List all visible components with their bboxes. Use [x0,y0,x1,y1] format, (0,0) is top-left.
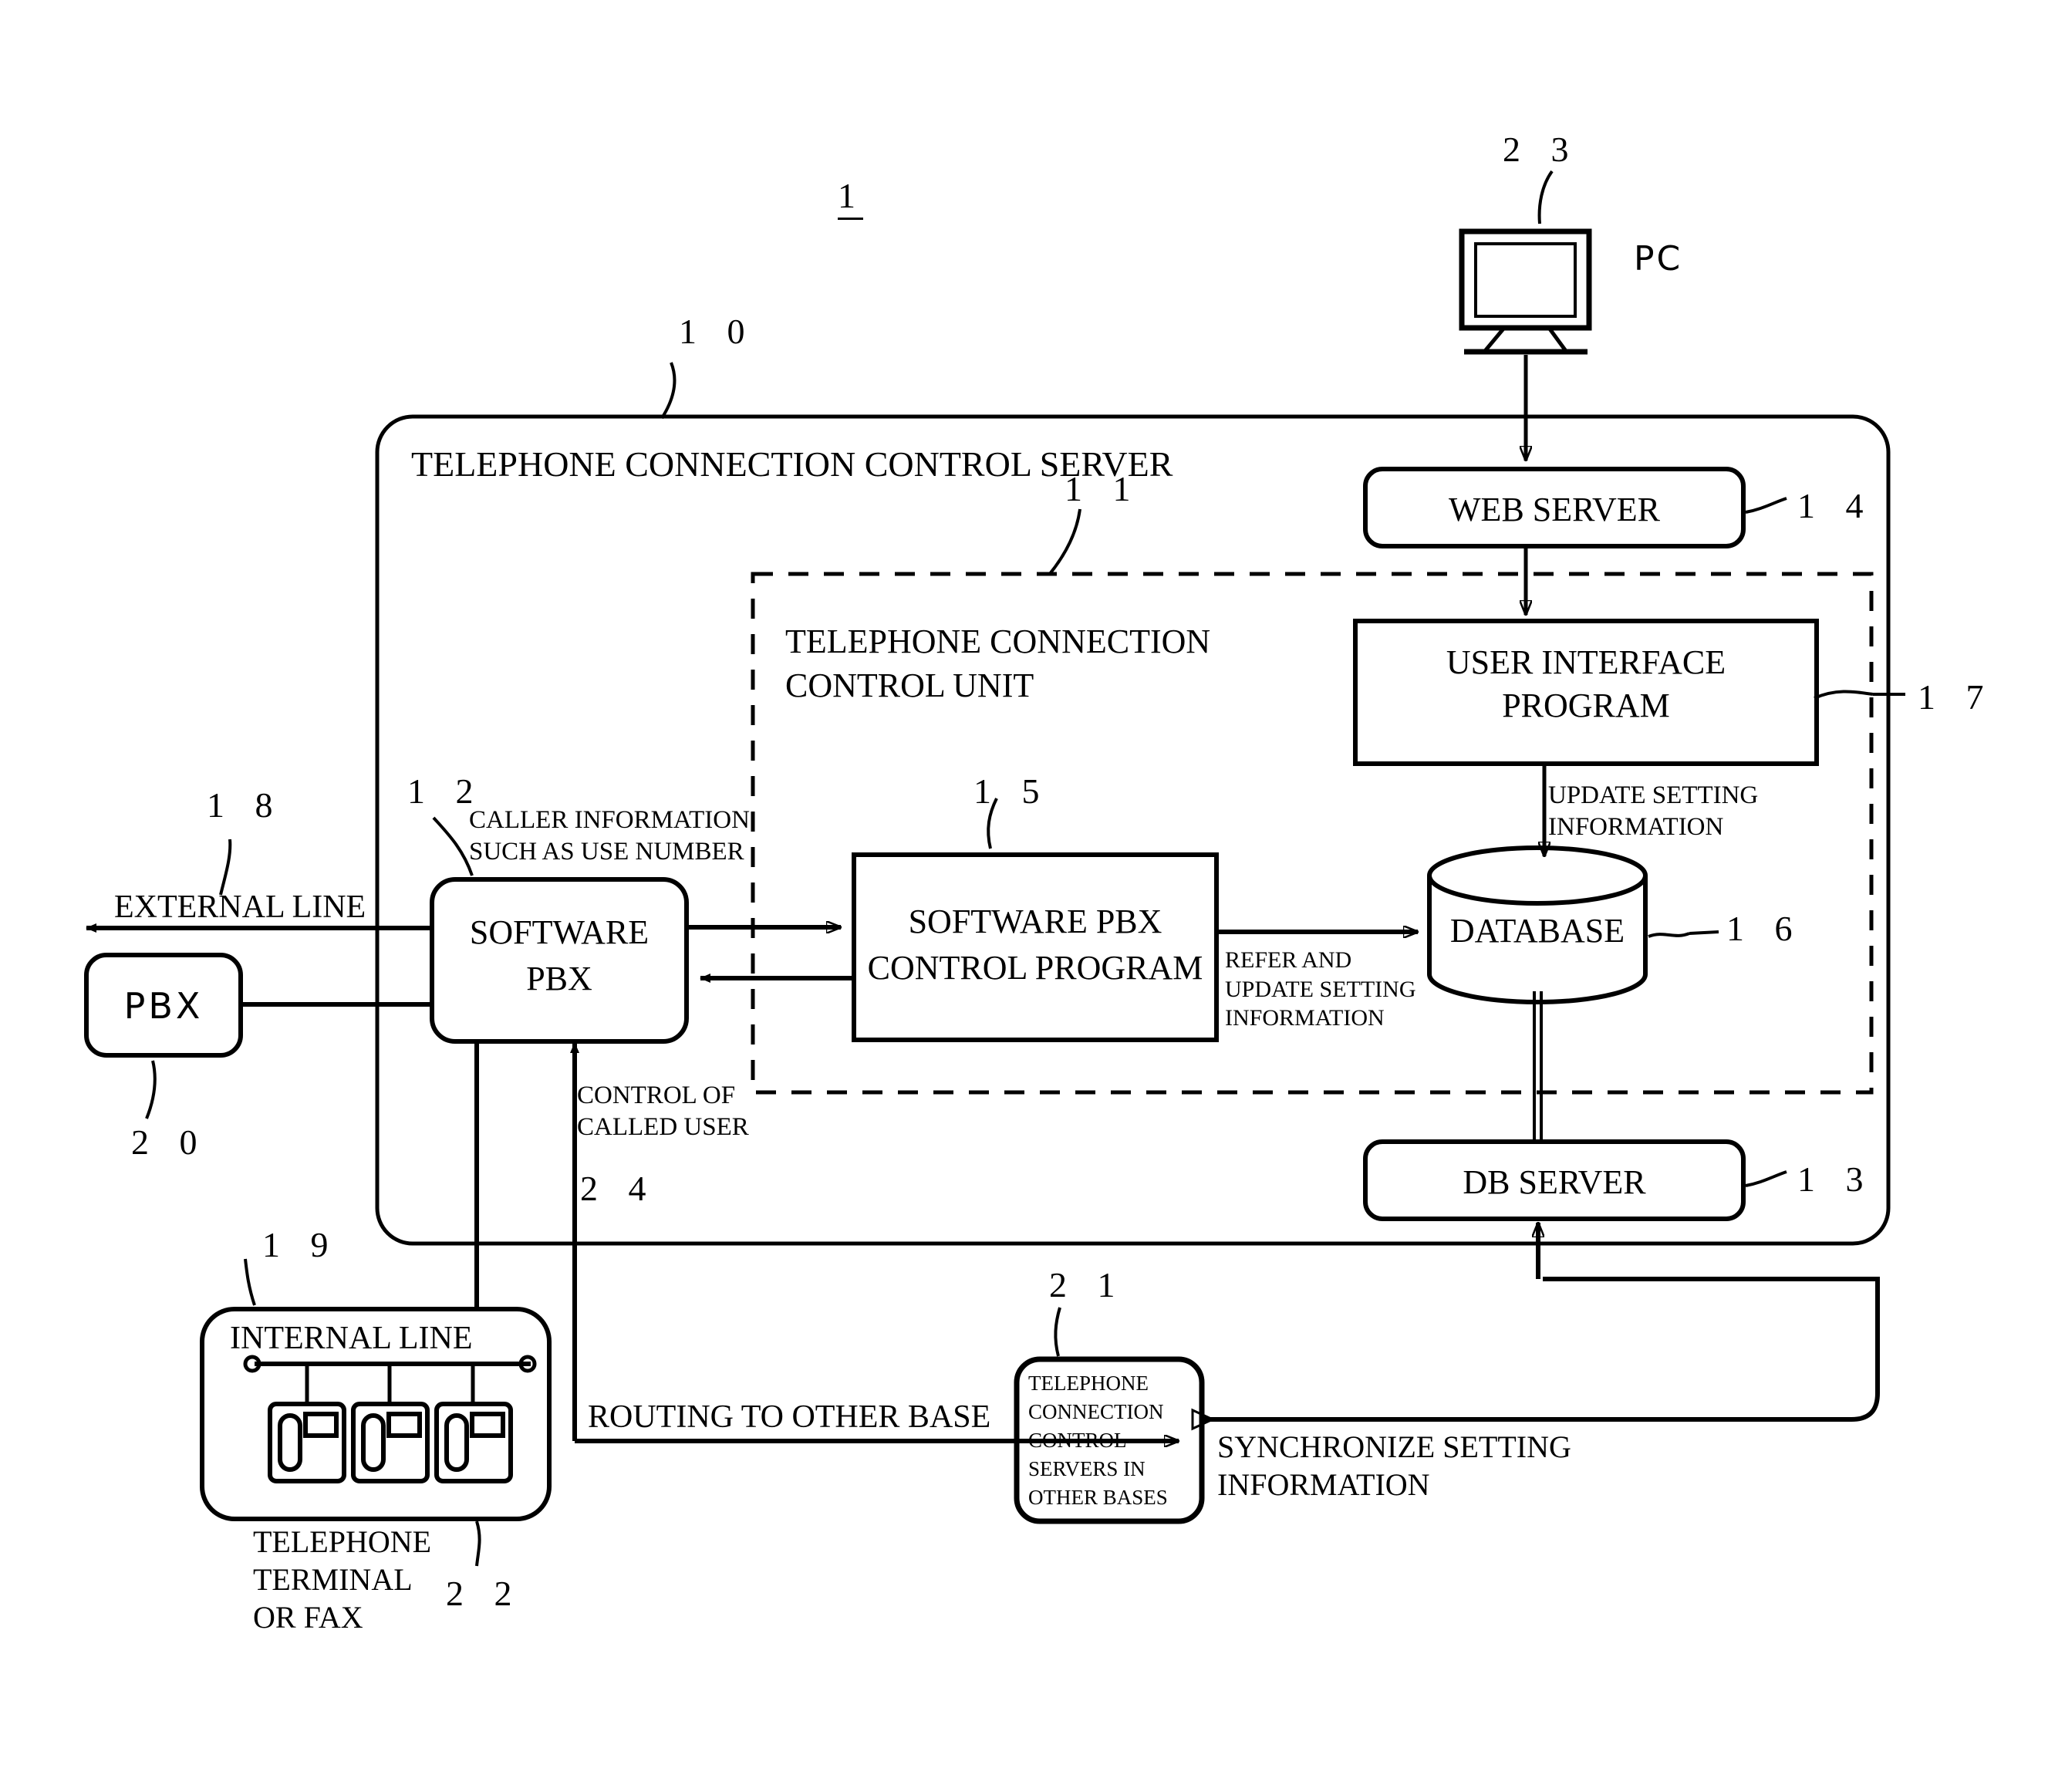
edge-label-caller-information: CALLER INFORMATION SUCH AS USE NUMBER [469,806,750,866]
ref-numeral-external-line: 1 8 [207,785,284,825]
telephone-icon-2 [351,1402,430,1483]
other-bases-label-line1: TELEPHONE [1028,1372,1149,1395]
internal-line-label: INTERNAL LINE [230,1321,473,1356]
other-bases-label-line4: SERVERS IN [1028,1457,1146,1480]
ref-numeral-telephone-terminal: 2 2 [446,1574,523,1613]
server-title: TELEPHONE CONNECTION CONTROL SERVER [411,444,1173,484]
figure-number: 1 [838,176,863,220]
edge-label-control-of-called-user: CONTROL OF CALLED USER [577,1082,749,1142]
telephone-icon-3 [434,1402,513,1483]
telephone-icon-1 [268,1402,346,1483]
ref-numeral-other-bases: 2 1 [1049,1265,1126,1304]
pbx-control-program-label-line2: CONTROL PROGRAM [867,949,1203,987]
edge-label-routing-to-other-base: ROUTING TO OTHER BASE [588,1399,991,1435]
ref-numeral-internal-line: 1 9 [262,1225,339,1264]
pc-label: PC [1634,239,1683,278]
edge-label-update-setting-information: UPDATE SETTING INFORMATION [1548,781,1759,842]
control-unit-title-line1: TELEPHONE CONNECTION [785,623,1211,660]
other-bases-label-line2: CONNECTION [1028,1400,1164,1423]
ref-numeral-control-unit: 1 1 [1065,469,1142,508]
database-label: DATABASE [1449,912,1625,950]
pbx-control-program-label-line1: SOFTWARE PBX [908,903,1162,940]
edge-label-refer-update-setting-information: REFER AND UPDATE SETTING INFORMATION [1225,947,1416,1031]
edge-label-external-line: EXTERNAL LINE [114,889,366,925]
ref-numeral-control-called-user: 2 4 [580,1169,657,1208]
pc-monitor-shape [1459,228,1592,355]
edge-synchronize-setting-information [1200,1277,1880,1422]
edge-label-telephone-terminal-or-fax: TELEPHONE TERMINAL OR FAX [253,1524,432,1635]
db-server-label: DB SERVER [1463,1163,1646,1201]
ui-program-label-line2: PROGRAM [1502,687,1670,724]
ref-numeral-pc: 2 3 [1503,130,1580,169]
software-pbx-label-line2: PBX [526,960,592,997]
ref-numeral-ui-program: 1 7 [1918,677,1995,717]
ref-numeral-web-server: 1 4 [1797,486,1874,525]
other-bases-label-line3: CONTROL [1028,1429,1127,1452]
edge-label-synchronize-setting-information: SYNCHRONIZE SETTING INFORMATION [1217,1429,1571,1502]
ref-numeral-pbx-control-program: 1 5 [973,771,1051,811]
web-server-label: WEB SERVER [1449,491,1660,528]
ref-numeral-server: 1 0 [679,312,756,351]
ref-numeral-pbx: 2 0 [131,1122,208,1162]
pbx-label: PBX [123,985,204,1027]
control-unit-title-line2: CONTROL UNIT [785,667,1034,704]
ref-numeral-database: 1 6 [1726,909,1804,948]
software-pbx-label-line1: SOFTWARE [469,913,650,951]
figure-canvas: 1 2 3 PC 1 0 TELEPHONE CONNECTION CONTRO… [0,0,2065,1792]
ref-numeral-db-server: 1 3 [1797,1159,1874,1199]
other-bases-label-line5: OTHER BASES [1028,1486,1168,1509]
ui-program-label-line1: USER INTERFACE [1446,643,1726,681]
